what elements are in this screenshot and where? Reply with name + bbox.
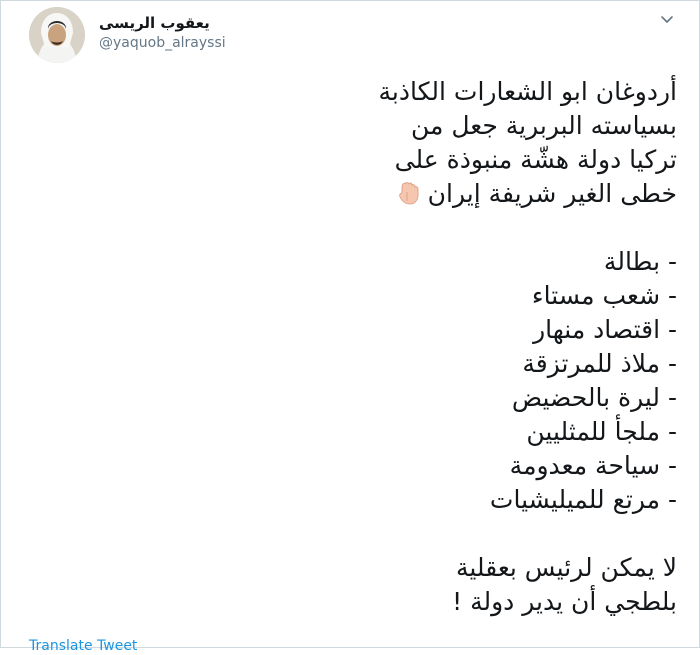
- tweet-line: تركيا دولة هشّة منبوذة على: [394, 145, 677, 174]
- tweet-header: يعقوب الريسى @yaquob_alrayssi: [29, 7, 679, 63]
- tweet-line: أردوغان ابو الشعارات الكاذبة: [378, 77, 677, 106]
- list-item: - سياحة معدومة: [509, 451, 677, 480]
- list-item: - بطالة: [603, 247, 677, 276]
- display-name[interactable]: يعقوب الريسى: [99, 13, 349, 33]
- backhand-index-pointing-down-icon: [396, 180, 422, 206]
- translate-tweet-link[interactable]: Translate Tweet: [29, 637, 137, 655]
- list-item: - اقتصاد منهار: [533, 315, 677, 344]
- avatar[interactable]: [29, 7, 85, 63]
- list-item: - ليرة بالحضيض: [511, 383, 677, 412]
- user-handle[interactable]: @yaquob_alrayssi: [99, 33, 349, 53]
- tweet-text: أردوغان ابو الشعارات الكاذبة بسياسته الب…: [77, 75, 677, 619]
- tweet-line: بسياسته البربرية جعل من: [410, 111, 677, 140]
- list-item: - مرتع للميليشيات: [489, 485, 677, 514]
- tweet-line: خطى الغير شريفة إيران: [427, 179, 677, 208]
- chevron-down-icon[interactable]: [659, 11, 675, 27]
- author-info: يعقوب الريسى @yaquob_alrayssi: [99, 13, 349, 53]
- list-item: - ملجأ للمثليين: [526, 417, 677, 446]
- tweet-line-with-emoji: خطى الغير شريفة إيران: [77, 177, 677, 211]
- tweet-line: بلطجي أن يدير دولة !: [452, 587, 677, 616]
- avatar-photo: [29, 7, 85, 63]
- list-item: - شعب مستاء: [531, 281, 677, 310]
- tweet-line: لا يمكن لرئيس بعقلية: [455, 553, 677, 582]
- list-item: - ملاذ للمرتزقة: [522, 349, 677, 378]
- tweet-card: يعقوب الريسى @yaquob_alrayssi أردوغان اب…: [0, 0, 700, 654]
